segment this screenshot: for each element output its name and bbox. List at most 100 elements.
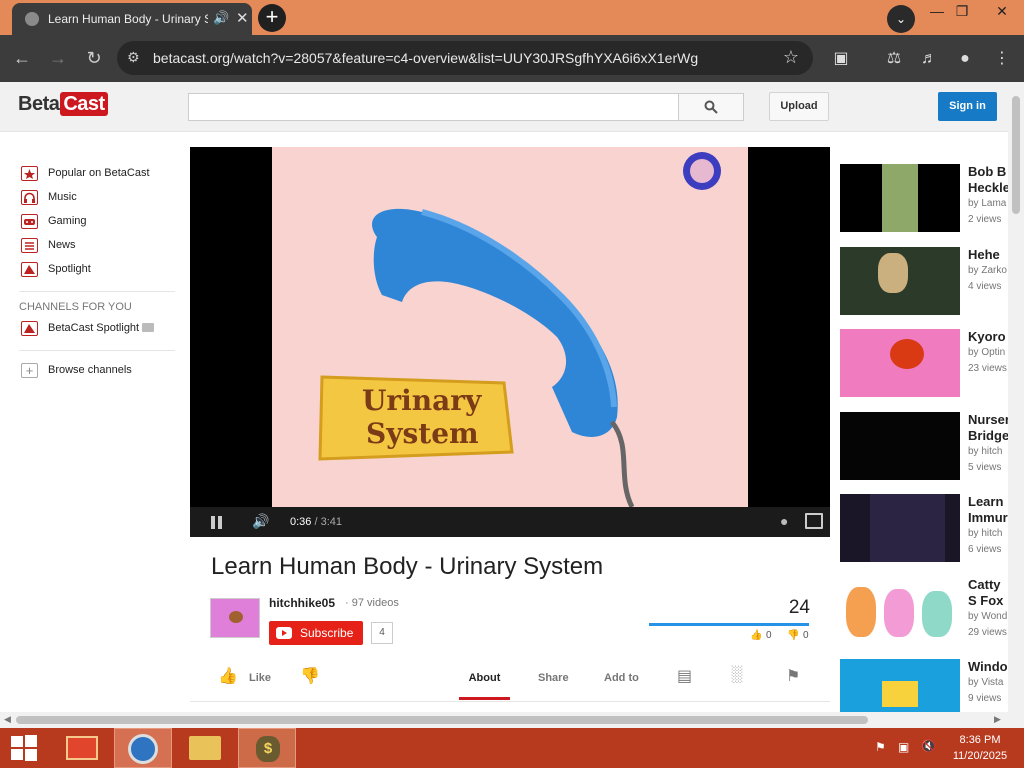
tab-share[interactable]: Share xyxy=(538,672,569,684)
related-author: by Wond xyxy=(968,611,1008,622)
email-icon xyxy=(142,323,154,332)
related-video[interactable]: Bob B Heckle by Lama 2 views xyxy=(840,164,1008,234)
stats-icon[interactable]: ░ xyxy=(731,666,742,684)
time-display: 0:36 / 3:41 xyxy=(290,516,343,528)
related-video[interactable]: Learn Immur by hitch 6 views xyxy=(840,494,1008,564)
search-input[interactable] xyxy=(188,93,679,121)
taskbar-app-1[interactable] xyxy=(54,728,112,768)
spotlight-icon xyxy=(21,262,38,277)
related-thumbnail[interactable] xyxy=(840,247,960,315)
related-title[interactable]: Bob B Heckle xyxy=(968,164,1008,196)
media-control-icon[interactable]: ♬ xyxy=(917,47,941,71)
related-video[interactable]: Kyoro by Optin 23 views xyxy=(840,329,1008,399)
flag-tray-icon[interactable]: ⚑ xyxy=(875,740,886,754)
volume-tray-icon[interactable]: 🔇 xyxy=(921,739,936,753)
site-info-icon[interactable]: ⚙ xyxy=(127,49,140,66)
extensions-icon[interactable]: ▣ xyxy=(829,47,853,71)
channel-avatar[interactable] xyxy=(210,598,260,638)
related-title[interactable]: Catty S Fox ar xyxy=(968,577,1008,609)
bookmark-star-icon[interactable]: ☆ xyxy=(783,47,799,68)
search-button[interactable] xyxy=(678,93,744,121)
new-tab-button[interactable]: + xyxy=(258,4,286,32)
labs-icon[interactable]: ⚖ xyxy=(882,47,906,71)
pause-icon[interactable] xyxy=(210,516,224,529)
back-icon[interactable]: ← xyxy=(9,45,35,71)
tab-search-button[interactable]: ⌄ xyxy=(887,5,915,33)
horizontal-scroll-thumb[interactable] xyxy=(16,716,868,724)
speaker-icon[interactable]: 🔊 xyxy=(213,10,229,26)
close-tab-icon[interactable]: ✕ xyxy=(236,9,249,27)
related-video[interactable]: Windo by Vista 9 views xyxy=(840,659,1008,712)
related-title[interactable]: Windo xyxy=(968,659,1008,675)
restore-icon[interactable]: ❐ xyxy=(945,0,979,28)
flag-icon[interactable]: ⚑ xyxy=(786,666,800,686)
related-title[interactable]: Learn Immur xyxy=(968,494,1008,526)
current-time: 0:36 xyxy=(290,516,312,528)
vertical-scroll-thumb[interactable] xyxy=(1012,96,1020,214)
video-text-system: System xyxy=(366,417,479,450)
related-video[interactable]: Hehe by Zarko 4 views xyxy=(840,247,1008,317)
like-button[interactable]: Like xyxy=(249,672,271,684)
money-bag-icon: $ xyxy=(256,736,280,762)
window-close-icon[interactable]: ✕ xyxy=(985,0,1019,28)
dislike-icon[interactable]: 👎 xyxy=(300,666,320,686)
related-author: by Optin xyxy=(968,347,1006,358)
address-bar[interactable]: ⚙ betacast.org/watch?v=28057&feature=c4-… xyxy=(117,41,813,75)
related-views: 6 views xyxy=(968,544,1002,555)
forward-icon[interactable]: → xyxy=(45,45,71,71)
guide-item-label: Popular on BetaCast xyxy=(48,167,150,179)
dislike-count-icon: 👎 xyxy=(787,630,800,641)
settings-icon[interactable]: ● xyxy=(780,513,788,529)
horizontal-scrollbar[interactable]: ◀ ▶ xyxy=(0,712,1024,728)
taskbar-app-money[interactable]: $ xyxy=(238,728,296,768)
system-clock[interactable]: 8:36 PM 11/20/2025 xyxy=(940,732,1020,764)
sign-in-button[interactable]: Sign in xyxy=(938,92,997,121)
related-video[interactable]: Nurser Bridge by hitch 5 views xyxy=(840,412,1008,482)
guide-item-label: Spotlight xyxy=(48,263,91,275)
video-title: Learn Human Body - Urinary System xyxy=(211,553,604,580)
like-icon[interactable]: 👍 xyxy=(218,666,238,686)
upload-button[interactable]: Upload xyxy=(769,92,829,121)
avatar-image xyxy=(229,611,243,623)
reload-icon[interactable]: ↻ xyxy=(81,45,107,71)
related-thumbnail[interactable] xyxy=(840,659,960,712)
volume-icon[interactable]: 🔊 xyxy=(252,513,269,530)
related-thumbnail[interactable] xyxy=(840,329,960,397)
thumbnail-image xyxy=(890,339,924,369)
youtube-logo-icon xyxy=(276,627,292,639)
site-header: Beta Cast Upload Sign in xyxy=(0,82,1008,132)
transcript-icon[interactable]: ▤ xyxy=(677,666,692,686)
subscribe-button[interactable]: Subscribe xyxy=(269,621,363,645)
vertical-scrollbar[interactable] xyxy=(1008,82,1024,712)
menu-icon[interactable]: ⋮ xyxy=(990,47,1014,71)
video-frame[interactable]: Urinary System xyxy=(272,147,748,507)
start-button[interactable] xyxy=(0,728,58,768)
related-title[interactable]: Hehe xyxy=(968,247,1008,263)
related-views: 29 views xyxy=(968,627,1007,638)
taskbar-app-explorer[interactable] xyxy=(176,728,234,768)
subscribe-label: Subscribe xyxy=(300,626,354,640)
channel-name[interactable]: hitchhike05 xyxy=(269,596,335,610)
fullscreen-icon[interactable] xyxy=(805,513,823,529)
network-tray-icon[interactable]: ▣ xyxy=(898,740,909,754)
related-thumbnail[interactable] xyxy=(840,164,960,232)
guide-divider xyxy=(19,291,175,292)
related-thumbnail[interactable] xyxy=(840,412,960,480)
browser-tab[interactable]: Learn Human Body - Urinary System 🔊 ✕ xyxy=(12,3,252,35)
related-title[interactable]: Nurser Bridge xyxy=(968,412,1008,444)
related-title[interactable]: Kyoro xyxy=(968,329,1008,345)
thumbnail-image xyxy=(882,681,918,707)
profile-icon[interactable]: ● xyxy=(953,47,977,71)
url-text[interactable]: betacast.org/watch?v=28057&feature=c4-ov… xyxy=(153,50,698,66)
video-player[interactable]: Urinary System 🔊 0:36 / 3:41 ● xyxy=(190,147,830,537)
tab-add-to[interactable]: Add to xyxy=(604,672,639,684)
scroll-left-icon[interactable]: ◀ xyxy=(4,714,11,725)
scroll-right-icon[interactable]: ▶ xyxy=(994,714,1001,725)
related-thumbnail[interactable] xyxy=(840,494,960,562)
betacast-logo[interactable]: Beta Cast xyxy=(18,92,108,116)
tab-about[interactable]: About xyxy=(459,672,510,684)
related-views: 2 views xyxy=(968,214,1002,225)
related-thumbnail[interactable] xyxy=(840,577,960,645)
related-video[interactable]: Catty S Fox ar by Wond 29 views xyxy=(840,577,1008,647)
taskbar-app-browser[interactable] xyxy=(114,728,172,768)
